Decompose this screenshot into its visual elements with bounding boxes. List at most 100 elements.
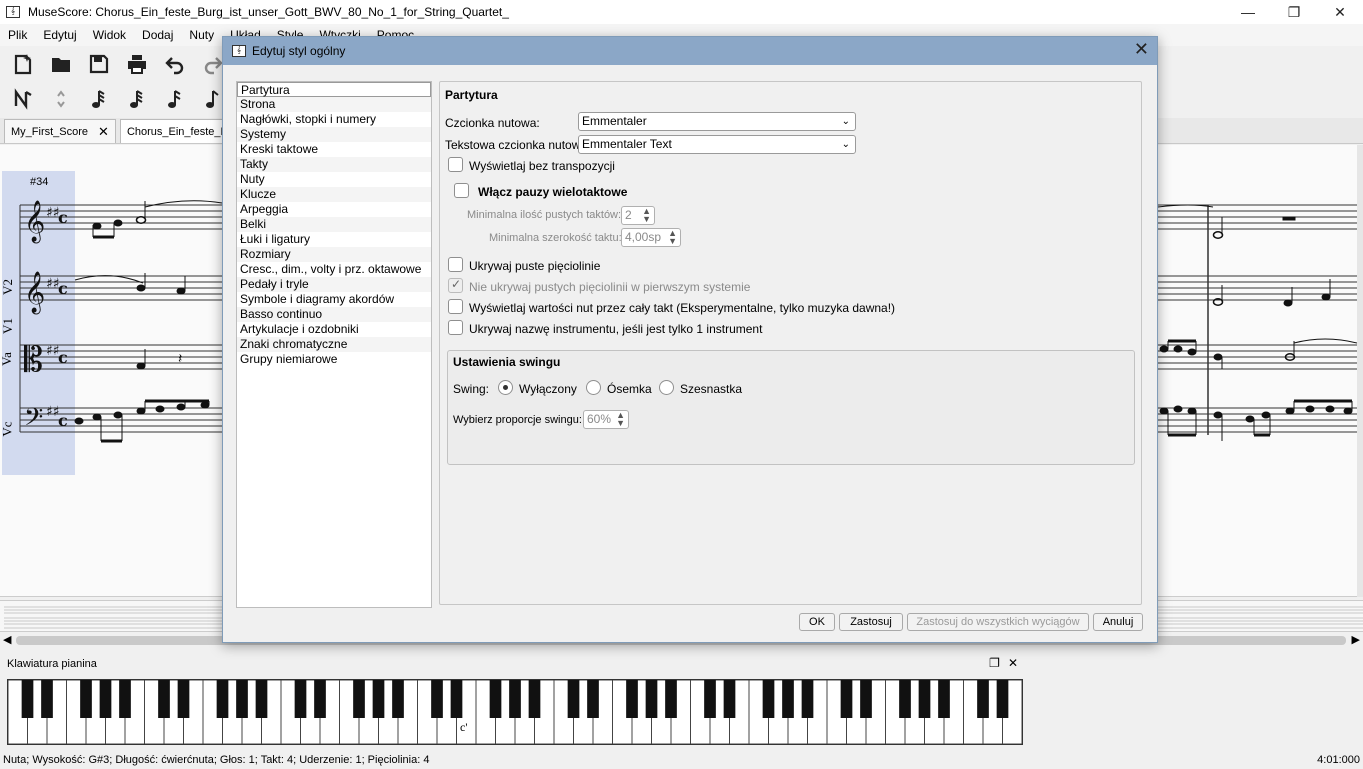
save-icon[interactable]: [84, 50, 114, 78]
min-width-spinbox[interactable]: 4,00sp ▲ ▼: [621, 228, 681, 247]
minimize-button[interactable]: —: [1225, 0, 1271, 24]
black-key[interactable]: [177, 680, 190, 718]
swing-sixteenth-radio[interactable]: [659, 380, 674, 395]
black-key[interactable]: [21, 680, 34, 718]
black-key[interactable]: [489, 680, 502, 718]
black-key[interactable]: [294, 680, 307, 718]
black-key[interactable]: [665, 680, 677, 718]
music-font-select[interactable]: Emmentaler ⌄: [578, 112, 856, 131]
print-icon[interactable]: [122, 50, 152, 78]
close-window-button[interactable]: ✕: [1317, 0, 1363, 24]
category-item[interactable]: Grupy niemiarowe: [237, 352, 431, 367]
scroll-left-icon[interactable]: ◀: [3, 633, 11, 646]
black-key[interactable]: [216, 680, 229, 718]
swing-off-radio[interactable]: [498, 380, 513, 395]
category-item[interactable]: Strona: [237, 97, 431, 112]
category-item[interactable]: Takty: [237, 157, 431, 172]
black-key[interactable]: [509, 680, 521, 718]
black-key[interactable]: [431, 680, 443, 718]
black-key[interactable]: [314, 680, 326, 718]
black-key[interactable]: [372, 680, 385, 718]
black-key[interactable]: [626, 680, 638, 718]
black-key[interactable]: [723, 680, 736, 718]
black-key[interactable]: [99, 680, 112, 718]
menu-file[interactable]: Plik: [0, 28, 35, 42]
thirty-second-note-icon[interactable]: [122, 85, 152, 113]
black-key[interactable]: [899, 680, 911, 718]
category-item[interactable]: Klucze: [237, 187, 431, 202]
voice-toggle-icon[interactable]: [46, 85, 76, 113]
apply-button[interactable]: Zastosuj: [839, 613, 903, 631]
black-key[interactable]: [80, 680, 92, 718]
black-key[interactable]: [801, 680, 814, 718]
category-item[interactable]: Pedały i tryle: [237, 277, 431, 292]
min-empty-spinbox[interactable]: 2 ▲ ▼: [621, 206, 655, 225]
category-item[interactable]: Belki: [237, 217, 431, 232]
dont-hide-first-checkbox[interactable]: [448, 277, 463, 293]
multimeasure-rests-checkbox[interactable]: [454, 183, 469, 198]
piano-keyboard[interactable]: c': [7, 679, 1023, 745]
black-key[interactable]: [528, 680, 541, 718]
vertical-scrollbar[interactable]: [1357, 145, 1363, 597]
note-input-icon[interactable]: [8, 85, 38, 113]
maximize-button[interactable]: ❐: [1271, 0, 1317, 24]
black-key[interactable]: [567, 680, 580, 718]
black-key[interactable]: [938, 680, 950, 718]
black-key[interactable]: [41, 680, 53, 718]
close-icon[interactable]: ✕: [1008, 656, 1018, 670]
black-key[interactable]: [353, 680, 365, 718]
menu-notes[interactable]: Nuty: [181, 28, 222, 42]
black-key[interactable]: [840, 680, 853, 718]
piano-keys[interactable]: [7, 679, 1023, 745]
black-key[interactable]: [587, 680, 599, 718]
category-item[interactable]: Łuki i ligatury: [237, 232, 431, 247]
black-key[interactable]: [977, 680, 989, 718]
undo-icon[interactable]: [160, 50, 190, 78]
category-item[interactable]: Nagłówki, stopki i numery: [237, 112, 431, 127]
ok-button[interactable]: OK: [799, 613, 835, 631]
sixteenth-note-icon[interactable]: [160, 85, 190, 113]
cancel-button[interactable]: Anuluj: [1093, 613, 1143, 631]
swing-ratio-spinbox[interactable]: 60% ▲ ▼: [583, 410, 629, 429]
black-key[interactable]: [645, 680, 658, 718]
apply-all-button[interactable]: Zastosuj do wszystkich wyciągów: [907, 613, 1089, 631]
category-item[interactable]: Nuty: [237, 172, 431, 187]
black-key[interactable]: [918, 680, 931, 718]
category-item[interactable]: Rozmiary: [237, 247, 431, 262]
black-key[interactable]: [236, 680, 248, 718]
new-score-icon[interactable]: [8, 50, 38, 78]
black-key[interactable]: [762, 680, 775, 718]
black-key[interactable]: [782, 680, 794, 718]
category-item[interactable]: Znaki chromatyczne: [237, 337, 431, 352]
text-font-select[interactable]: Emmentaler Text ⌄: [578, 135, 856, 154]
category-item[interactable]: Systemy: [237, 127, 431, 142]
black-key[interactable]: [704, 680, 716, 718]
black-key[interactable]: [392, 680, 404, 718]
menu-add[interactable]: Dodaj: [134, 28, 181, 42]
black-key[interactable]: [255, 680, 268, 718]
black-key[interactable]: [860, 680, 872, 718]
scroll-right-icon[interactable]: ▶: [1352, 633, 1360, 646]
close-dialog-button[interactable]: ✕: [1134, 39, 1149, 60]
concert-pitch-checkbox[interactable]: [448, 157, 463, 172]
category-item[interactable]: Arpeggia: [237, 202, 431, 217]
category-item[interactable]: Symbole i diagramy akordów: [237, 292, 431, 307]
category-item[interactable]: Partytura: [237, 82, 431, 97]
category-item[interactable]: Cresc., dim., volty i prz. oktawowe: [237, 262, 431, 277]
hide-instrument-name-checkbox[interactable]: [448, 320, 463, 335]
category-item[interactable]: Kreski taktowe: [237, 142, 431, 157]
tab-chorus[interactable]: Chorus_Ein_feste_B: [119, 119, 235, 143]
black-key[interactable]: [158, 680, 170, 718]
tab-my-first-score[interactable]: My_First_Score ✕: [4, 119, 116, 143]
menu-edit[interactable]: Edytuj: [35, 28, 84, 42]
menu-view[interactable]: Widok: [85, 28, 134, 42]
open-file-icon[interactable]: [46, 50, 76, 78]
category-item[interactable]: Artykulacje i ozdobniki: [237, 322, 431, 337]
show-measure-duration-checkbox[interactable]: [448, 299, 463, 314]
black-key[interactable]: [996, 680, 1009, 718]
sixty-fourth-note-icon[interactable]: [84, 85, 114, 113]
close-icon[interactable]: ✕: [98, 124, 109, 140]
black-key[interactable]: [119, 680, 131, 718]
undock-icon[interactable]: ❐: [989, 656, 1000, 670]
swing-eighth-radio[interactable]: [586, 380, 601, 395]
